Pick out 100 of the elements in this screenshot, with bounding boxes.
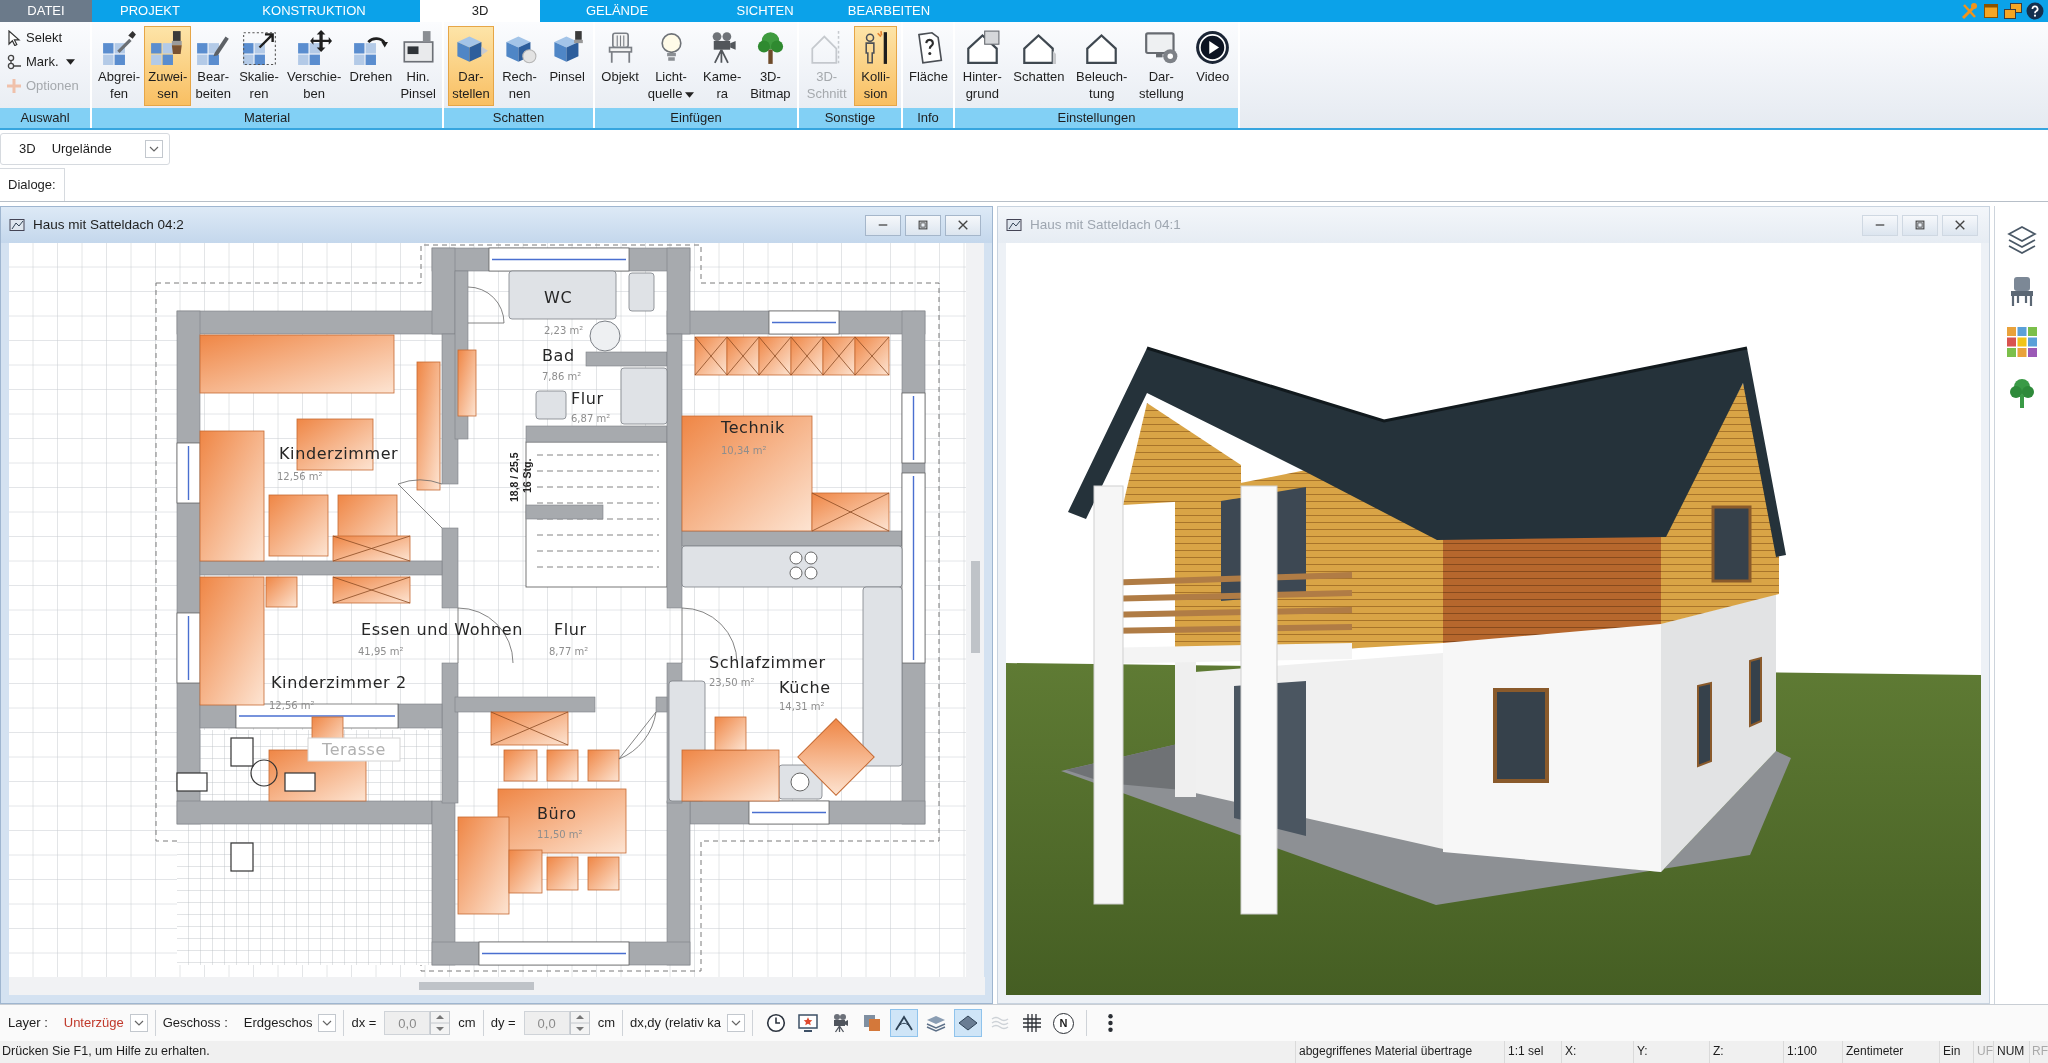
room-name: Essen und Wohnen: [361, 620, 523, 639]
offset-label: dy =: [490, 1014, 516, 1033]
play-icon: [1195, 30, 1231, 65]
room-area: 23,50 m²: [709, 677, 755, 688]
ribbon-button[interactable]: Drehen: [345, 26, 397, 106]
status-pane: Z:: [1709, 1041, 1783, 1063]
ribbon-button[interactable]: Bear- beiten: [191, 26, 235, 106]
spinner-icon[interactable]: [430, 1011, 451, 1035]
view-mode-label: 3D: [19, 140, 36, 159]
cascade-windows-icon[interactable]: [2004, 2, 2022, 20]
room-area: 41,95 m²: [358, 646, 404, 657]
toolbar-button[interactable]: [954, 1009, 983, 1037]
ribbon-button[interactable]: Verschie- ben: [283, 26, 346, 106]
ribbon-button[interactable]: Pinsel: [545, 26, 589, 106]
status-pane: Y:: [1633, 1041, 1709, 1063]
tool-button[interactable]: Mark.: [2, 50, 79, 74]
stair-label: 16 Stg.: [521, 458, 533, 493]
room-area: 12,56 m²: [269, 700, 315, 711]
window-icon[interactable]: [1982, 2, 2000, 20]
color-tiles-icon[interactable]: [2005, 326, 2038, 358]
layers-icon: [926, 1013, 947, 1033]
angle-icon: [894, 1013, 915, 1033]
plus-icon: [6, 78, 22, 94]
status-pane: RF: [2029, 1041, 2048, 1063]
monitor-brush-icon: [400, 30, 436, 65]
app-icon: [1006, 217, 1022, 233]
close-icon: [1954, 219, 1966, 231]
chevron-down-icon[interactable]: [145, 140, 163, 158]
status-pane: NUM: [1993, 1041, 2029, 1063]
ribbon-button[interactable]: 3D- Bitmap: [746, 26, 795, 106]
ribbon-button[interactable]: Skalie- ren: [235, 26, 283, 106]
terrain-dropdown[interactable]: Urgelände: [51, 139, 163, 159]
scrollbar-thumb[interactable]: [419, 982, 534, 990]
ribbon-group-label: Info: [903, 108, 953, 128]
ribbon-button[interactable]: Fläche: [905, 26, 953, 106]
file-tab[interactable]: DATEI: [0, 0, 92, 22]
unit-label: cm: [458, 1014, 476, 1033]
nodes-icon: [6, 54, 22, 70]
maximize-button[interactable]: [905, 214, 941, 236]
help-icon[interactable]: [2026, 2, 2044, 20]
close-icon: [957, 219, 969, 231]
ribbon-button[interactable]: Kolli- sion: [854, 26, 898, 106]
room-name: Flur: [571, 389, 604, 408]
ribbon-button[interactable]: Kame- ra: [699, 26, 746, 106]
ribbon-group-label: Sonstige: [799, 108, 901, 128]
status-pane: Ein: [1939, 1041, 1973, 1063]
reference-dropdown[interactable]: dx,dy (relativ ka: [630, 1013, 746, 1033]
spinner-icon[interactable]: [569, 1011, 590, 1035]
app-icon: [9, 217, 25, 233]
ribbon-button[interactable]: Hinter- grund: [958, 26, 1006, 106]
room-name: Kinderzimmer: [279, 444, 399, 463]
ribbon-group-label: Schatten: [444, 108, 593, 128]
menu-tab[interactable]: 3D: [420, 0, 540, 22]
room-name: Büro: [537, 804, 577, 823]
close-button[interactable]: [945, 214, 981, 236]
room-name: Bad: [542, 346, 575, 365]
tool-button[interactable]: Selekt: [2, 26, 67, 50]
ribbon-button[interactable]: Video: [1191, 26, 1235, 106]
grid-icon: [1022, 1013, 1043, 1033]
room-area: 2,23 m²: [544, 325, 584, 336]
status-pane: Zentimeter: [1842, 1041, 1939, 1063]
layer-dropdown[interactable]: Unterzüge: [63, 1013, 148, 1033]
north-button[interactable]: N: [1053, 1012, 1075, 1034]
ribbon-group-label: Einfügen: [595, 108, 797, 128]
ribbon-button[interactable]: Abgrei- fen: [94, 26, 145, 106]
scrollbar-thumb[interactable]: [970, 561, 980, 653]
window-title: Haus mit Satteldach 04:2: [33, 215, 184, 234]
terrace-label: Terasse: [307, 737, 401, 762]
layer-label: Layer :: [8, 1014, 48, 1033]
toolbar-button[interactable]: [890, 1009, 919, 1037]
unit-label: cm: [597, 1014, 615, 1033]
layers-icon[interactable]: [2005, 224, 2038, 256]
status-pane: 1:1 sel: [1504, 1041, 1561, 1063]
chevron-down-icon[interactable]: [129, 1014, 148, 1032]
stacked-sheets-icon: [862, 1013, 883, 1033]
ribbon-button[interactable]: Dar- stellen: [448, 26, 494, 106]
chevron-down-icon[interactable]: [727, 1014, 746, 1032]
room-area: 10,34 m²: [721, 445, 767, 456]
maximize-icon: [1914, 219, 1926, 231]
ribbon-button[interactable]: Objekt: [597, 26, 643, 106]
ribbon-button[interactable]: Rech- nen: [498, 26, 542, 106]
ribbon-button[interactable]: Dar- stellung: [1134, 26, 1188, 106]
move-arrows-icon: [296, 30, 332, 65]
ribbon-button[interactable]: Licht- quelle: [643, 26, 699, 106]
chevron-down-icon[interactable]: [318, 1014, 337, 1032]
room-area: 8,77 m²: [549, 646, 589, 657]
window-title: Haus mit Satteldach 04:1: [1030, 215, 1181, 234]
ribbon-button[interactable]: Schatten: [1009, 26, 1069, 106]
status-hint: Drücken Sie F1, um Hilfe zu erhalten.: [1, 1043, 210, 1060]
room-name: Flur: [554, 620, 587, 639]
pipette-icon: [101, 30, 137, 65]
ribbon-button[interactable]: Hin. Pinsel: [396, 26, 440, 106]
ribbon-group-label: Einstellungen: [955, 108, 1238, 128]
status-pane: X:: [1561, 1041, 1633, 1063]
ribbon-button[interactable]: Zuwei- sen: [144, 26, 192, 106]
room-name: WC: [544, 288, 573, 307]
ribbon-button[interactable]: Beleuch- tung: [1072, 26, 1132, 106]
floor-dropdown[interactable]: Erdgeschos: [243, 1013, 337, 1033]
monitor-gear-icon: [1143, 30, 1179, 65]
room-area: 7,86 m²: [542, 371, 582, 382]
